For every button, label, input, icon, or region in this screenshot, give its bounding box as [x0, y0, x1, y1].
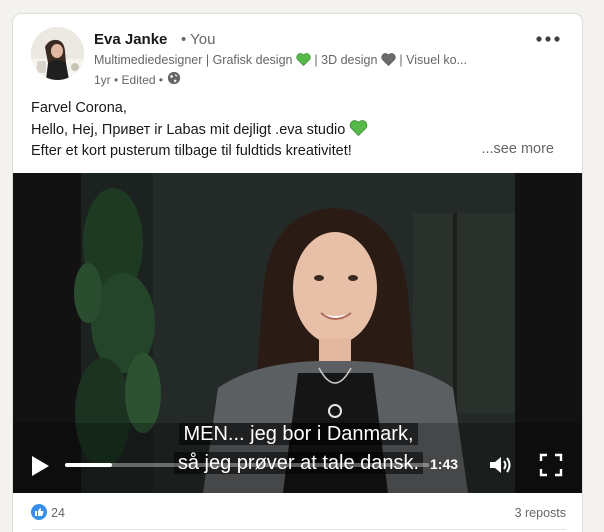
headline-part: | 3D design	[310, 53, 381, 67]
see-more-link[interactable]: ...see more	[481, 141, 554, 157]
author-badge: • You	[181, 31, 216, 48]
author-avatar[interactable]	[31, 27, 84, 80]
post-meta: 1yr • Edited •	[94, 71, 181, 88]
feed-post-card: Eva Janke • You Multimediedesigner | Gra…	[12, 13, 583, 532]
post-text-line-with-emoji: Hello, Hej, Привет ir Labas mit dejligt …	[31, 119, 571, 142]
subtitle-text: MEN... jeg bor i Danmark,	[179, 423, 418, 445]
divider	[31, 529, 566, 530]
green-heart-icon	[296, 53, 311, 69]
grey-heart-icon	[381, 53, 396, 69]
reactions-count[interactable]: 24	[31, 503, 65, 523]
ellipsis-icon	[536, 29, 560, 47]
fullscreen-icon	[539, 453, 563, 481]
video-progress-fill	[65, 463, 113, 467]
headline-part: | Visuel ko...	[395, 53, 468, 67]
post-options-button[interactable]	[534, 28, 562, 48]
video-subtitle-line: MEN... jeg bor i Danmark,	[13, 423, 582, 446]
author-name[interactable]: Eva Janke	[94, 31, 167, 48]
globe-icon	[167, 71, 181, 88]
volume-icon	[488, 457, 514, 481]
author-headline: Multimediedesigner | Grafisk design | 3D…	[94, 53, 504, 69]
video-time-remaining: 1:43	[430, 456, 459, 472]
like-icon	[31, 503, 47, 523]
post-text-line: Farvel Corona,	[31, 100, 127, 116]
headline-part: Multimediedesigner | Grafisk design	[94, 53, 296, 67]
reposts-count[interactable]: 3 reposts	[515, 506, 566, 520]
play-button[interactable]	[29, 454, 51, 478]
volume-button[interactable]	[488, 453, 514, 477]
video-player[interactable]: MEN... jeg bor i Danmark, så jeg prøver …	[13, 173, 582, 493]
green-heart-icon	[349, 119, 368, 138]
fullscreen-button[interactable]	[539, 453, 563, 477]
reaction-count-text: 24	[51, 506, 65, 520]
video-progress-bar[interactable]	[65, 463, 429, 467]
post-meta-text: 1yr • Edited •	[94, 72, 164, 87]
social-counts: 24 3 reposts	[31, 502, 566, 524]
play-icon	[29, 456, 51, 482]
post-text-line: Hello, Hej, Привет ir Labas mit dejligt …	[31, 121, 346, 138]
